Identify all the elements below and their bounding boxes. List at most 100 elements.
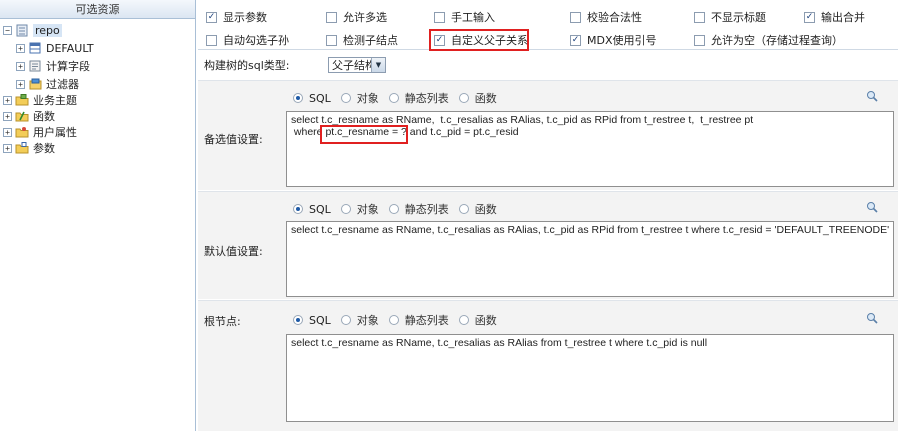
- radio[interactable]: [340, 204, 351, 214]
- radio-object[interactable]: 对象: [340, 90, 379, 106]
- checkbox[interactable]: [570, 11, 581, 23]
- highlight-box: [429, 29, 529, 51]
- tree-node-functions[interactable]: + 函数: [0, 108, 195, 124]
- checkbox[interactable]: [326, 11, 337, 23]
- expand-icon[interactable]: +: [16, 79, 25, 89]
- checkbox[interactable]: [694, 11, 705, 23]
- tree-node-label[interactable]: 函数: [33, 108, 55, 124]
- search-icon[interactable]: [866, 312, 878, 324]
- radio-static-list[interactable]: 静态列表: [388, 90, 449, 106]
- tree-node-label[interactable]: 过滤器: [46, 76, 79, 92]
- checkbox-checked[interactable]: ✓: [206, 11, 217, 23]
- checkbox[interactable]: [326, 34, 337, 46]
- parameter-settings-panel: ✓ 显示参数 允许多选 手工输入 校验合法性 不显示标题 ✓ 输出合并 自动勾选…: [198, 0, 898, 431]
- resource-panel: 可选资源 − repo + DEFAULT + 计算字段 + 过滤器 + 业务主…: [0, 0, 196, 431]
- radio-function[interactable]: 函数: [458, 90, 497, 106]
- checkbox-checked[interactable]: ✓: [804, 11, 815, 23]
- expand-icon[interactable]: +: [16, 43, 25, 53]
- tree-node-filters[interactable]: + 过滤器: [0, 76, 195, 92]
- radio-selected[interactable]: [293, 93, 303, 103]
- option-validate[interactable]: 校验合法性: [570, 9, 642, 25]
- checkbox-checked[interactable]: ✓: [570, 34, 581, 46]
- radio[interactable]: [388, 315, 399, 325]
- candidate-sql-editor[interactable]: select t.c_resname as RName, t.c_resalia…: [286, 111, 894, 187]
- radio-selected[interactable]: [293, 315, 303, 325]
- radio-static-list[interactable]: 静态列表: [388, 201, 449, 217]
- tree-node-label[interactable]: 业务主题: [33, 92, 77, 108]
- sql-type-label: 构建树的sql类型:: [204, 59, 290, 72]
- checkbox[interactable]: [434, 11, 445, 23]
- tree-node-parameters[interactable]: + 参数: [0, 140, 195, 156]
- radio-function[interactable]: 函数: [458, 201, 497, 217]
- checkbox[interactable]: [694, 34, 705, 46]
- sql-text: select t.c_resname as RName, t.c_resalia…: [291, 224, 890, 236]
- tree-node-repo[interactable]: − repo: [0, 22, 195, 38]
- tree-node-label[interactable]: repo: [33, 23, 62, 37]
- option-label: 检测子结点: [343, 34, 398, 47]
- sql-type-value: 父子结构: [332, 59, 376, 72]
- option-allow-multi-select[interactable]: 允许多选: [326, 9, 387, 25]
- root-sql-editor[interactable]: select t.c_resname as RName, t.c_resalia…: [286, 334, 894, 422]
- tree-node-label[interactable]: 用户属性: [33, 124, 77, 140]
- section-label: 根节点:: [204, 315, 241, 328]
- option-label: 允许多选: [343, 11, 387, 24]
- option-merge-output[interactable]: ✓ 输出合并: [804, 9, 865, 25]
- expand-icon[interactable]: +: [3, 111, 12, 121]
- resource-tree: − repo + DEFAULT + 计算字段 + 过滤器 + 业务主题 + 函…: [0, 19, 195, 156]
- highlight-box: [320, 125, 408, 144]
- filter-icon: [28, 77, 42, 91]
- radio[interactable]: [340, 93, 351, 103]
- option-mdx-quotes[interactable]: ✓ MDX使用引号: [570, 32, 657, 48]
- option-label: 不显示标题: [711, 11, 766, 24]
- section-label: 备选值设置:: [204, 133, 263, 146]
- expand-icon[interactable]: +: [16, 61, 25, 71]
- option-show-params[interactable]: ✓ 显示参数: [206, 9, 267, 25]
- sql-text: select t.c_resname as RName, t.c_resalia…: [291, 337, 708, 349]
- radio-object[interactable]: 对象: [340, 312, 379, 328]
- expand-icon[interactable]: +: [3, 95, 12, 105]
- tree-node-business-topic[interactable]: + 业务主题: [0, 92, 195, 108]
- tree-node-label[interactable]: 参数: [33, 140, 55, 156]
- expand-icon[interactable]: +: [3, 127, 12, 137]
- function-icon: [15, 109, 29, 123]
- tree-node-user-attributes[interactable]: + 用户属性: [0, 124, 195, 140]
- chevron-down-icon[interactable]: ▼: [371, 58, 385, 72]
- tree-node-label[interactable]: 计算字段: [46, 58, 90, 74]
- radio-selected[interactable]: [293, 204, 303, 214]
- radio[interactable]: [458, 93, 469, 103]
- expand-icon[interactable]: +: [3, 143, 12, 153]
- source-type-radios: SQL 对象 静态列表 函数: [293, 313, 507, 327]
- option-manual-input[interactable]: 手工输入: [434, 9, 495, 25]
- tree-node-calc-fields[interactable]: + 计算字段: [0, 58, 195, 74]
- checkbox[interactable]: [206, 34, 217, 46]
- search-icon[interactable]: [866, 201, 878, 213]
- radio[interactable]: [388, 93, 399, 103]
- option-detect-child-nodes[interactable]: 检测子结点: [326, 32, 398, 48]
- option-label: 显示参数: [223, 11, 267, 24]
- radio[interactable]: [458, 315, 469, 325]
- option-allow-empty[interactable]: 允许为空（存储过程查询）: [694, 32, 843, 48]
- radio-sql[interactable]: SQL: [293, 92, 331, 105]
- radio-static-list[interactable]: 静态列表: [388, 312, 449, 328]
- sql-type-row: 构建树的sql类型: 父子结构 ▼: [204, 56, 386, 74]
- sql-type-select[interactable]: 父子结构 ▼: [328, 57, 386, 73]
- radio[interactable]: [340, 315, 351, 325]
- tree-node-default[interactable]: + DEFAULT: [0, 40, 195, 56]
- default-sql-editor[interactable]: select t.c_resname as RName, t.c_resalia…: [286, 221, 894, 297]
- radio-function[interactable]: 函数: [458, 312, 497, 328]
- radio-sql[interactable]: SQL: [293, 203, 331, 216]
- resource-panel-title: 可选资源: [0, 0, 195, 19]
- radio[interactable]: [388, 204, 399, 214]
- option-auto-check-descendants[interactable]: 自动勾选子孙: [206, 32, 289, 48]
- collapse-icon[interactable]: −: [3, 25, 12, 35]
- radio[interactable]: [458, 204, 469, 214]
- option-hide-title[interactable]: 不显示标题: [694, 9, 766, 25]
- folder-icon: [15, 93, 29, 107]
- search-icon[interactable]: [866, 90, 878, 102]
- table-icon: [28, 41, 42, 55]
- default-values-section: SQL 对象 静态列表 函数 默认值设置: select t.c_resname…: [198, 191, 898, 299]
- radio-sql[interactable]: SQL: [293, 314, 331, 327]
- option-label: 允许为空（存储过程查询）: [711, 34, 843, 47]
- radio-object[interactable]: 对象: [340, 201, 379, 217]
- tree-node-label[interactable]: DEFAULT: [46, 42, 94, 55]
